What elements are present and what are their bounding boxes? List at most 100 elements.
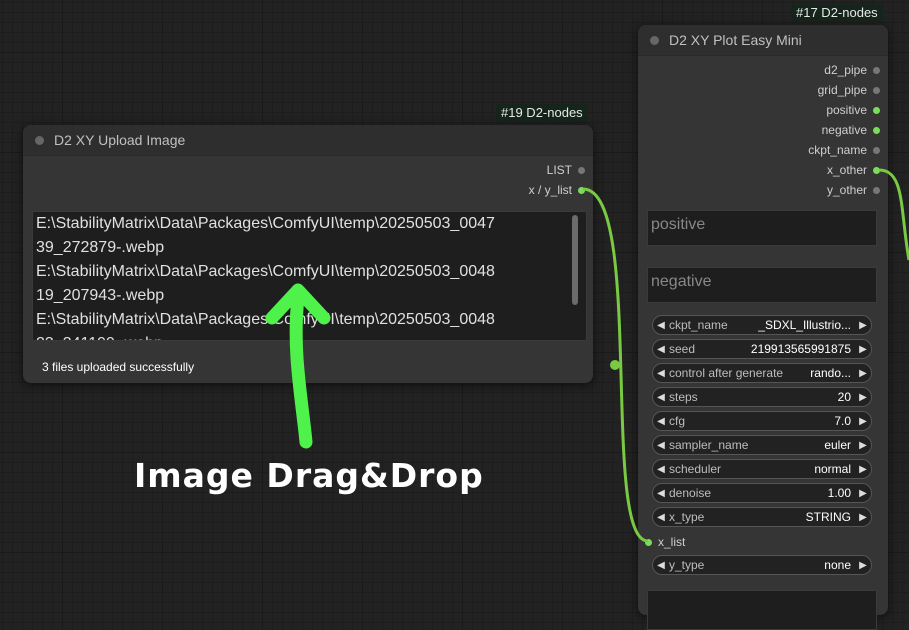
increment-arrow-icon[interactable]: ▶ [855,368,871,379]
widget-value: 219913565991875 [750,342,851,356]
increment-arrow-icon[interactable]: ▶ [855,440,871,451]
output-label: positive [826,103,867,117]
widget-value: 1.00 [827,486,851,500]
increment-arrow-icon[interactable]: ▶ [855,320,871,331]
widget-denoise[interactable]: ◀ denoise 1.00 ▶ [652,483,872,503]
collapse-dot-icon[interactable] [650,35,659,45]
node-badge-upload: #19 D2-nodes [496,104,588,122]
decrement-arrow-icon[interactable]: ◀ [653,512,669,523]
widget-sampler-name[interactable]: ◀ sampler_name euler ▶ [652,435,872,455]
widget-y-type[interactable]: ◀ y_type none ▶ [652,555,872,575]
output-list[interactable]: LIST [547,163,585,177]
widget-label: y_type [669,558,705,572]
decrement-arrow-icon[interactable]: ◀ [653,320,669,331]
increment-arrow-icon[interactable]: ▶ [855,560,871,571]
output-slot-icon[interactable] [578,186,585,194]
widget-value: euler [824,438,851,452]
input-label: x_list [658,535,686,549]
increment-arrow-icon[interactable]: ▶ [855,416,871,427]
widget-value: normal [814,462,851,476]
file-path-line: 23_341199-.webp [36,332,586,340]
widget-label: denoise [669,486,712,500]
widget-label: scheduler [669,462,722,476]
output-slot-icon[interactable] [873,186,880,194]
xy-plot-node[interactable]: D2 XY Plot Easy Mini d2_pipe grid_pipe p… [638,25,888,630]
widget-x-type[interactable]: ◀ x_type STRING ▶ [652,507,872,527]
link-midpoint-icon [610,360,620,370]
output-label: negative [821,123,867,137]
file-path-line: E:\StabilityMatrix\Data\Packages\ComfyUI… [36,215,495,232]
decrement-arrow-icon[interactable]: ◀ [653,344,669,355]
decrement-arrow-icon[interactable]: ◀ [653,368,669,379]
output-grid-pipe[interactable]: grid_pipe [818,83,880,97]
widget-label: control after generate [669,366,784,380]
output-label: y_other [826,183,867,197]
widget-value: rando... [810,366,851,380]
upload-image-node[interactable]: D2 XY Upload Image LIST x / y_list E:\St… [23,125,593,383]
decrement-arrow-icon[interactable]: ◀ [653,488,669,499]
widget-label: cfg [669,414,686,428]
output-label: d2_pipe [824,63,867,77]
output-label: x_other [826,163,867,177]
decrement-arrow-icon[interactable]: ◀ [653,416,669,427]
y-list-input[interactable] [647,590,877,630]
output-slot-icon[interactable] [578,166,585,174]
increment-arrow-icon[interactable]: ▶ [855,488,871,499]
widget-value: none [824,558,851,572]
negative-prompt-input[interactable]: negative [647,267,877,303]
collapse-dot-icon[interactable] [35,135,44,145]
increment-arrow-icon[interactable]: ▶ [855,392,871,403]
output-label: ckpt_name [808,143,867,157]
output-slot-icon[interactable] [873,66,880,74]
output-label: LIST [546,163,572,177]
file-list-textarea[interactable]: E:\StabilityMatrix\Data\Packages\ComfyUI… [32,211,587,341]
widget-steps[interactable]: ◀ steps 20 ▶ [652,387,872,407]
node-title: D2 XY Upload Image [54,132,186,148]
widget-value: 20 [837,390,851,404]
output-label: grid_pipe [817,83,867,97]
input-slot-icon[interactable] [645,538,652,546]
output-slot-icon[interactable] [873,166,880,174]
output-slot-icon[interactable] [873,146,880,154]
widget-label: seed [669,342,696,356]
node-header[interactable]: D2 XY Plot Easy Mini [638,25,888,56]
node-badge-plot: #17 D2-nodes [791,4,883,22]
increment-arrow-icon[interactable]: ▶ [855,512,871,523]
output-d2-pipe[interactable]: d2_pipe [824,63,880,77]
widget-label: ckpt_name [669,318,728,332]
output-y-other[interactable]: y_other [827,183,880,197]
output-ckpt-name[interactable]: ckpt_name [808,143,880,157]
output-xy-list[interactable]: x / y_list [529,183,585,197]
input-x-list[interactable]: x_list [645,535,685,549]
widget-ckpt-name[interactable]: ◀ ckpt_name _SDXL_Illustrio... ▶ [652,315,872,335]
decrement-arrow-icon[interactable]: ◀ [653,560,669,571]
decrement-arrow-icon[interactable]: ◀ [653,440,669,451]
widget-control-after-generate[interactable]: ◀ control after generate rando... ▶ [652,363,872,383]
output-slot-icon[interactable] [873,126,880,134]
increment-arrow-icon[interactable]: ▶ [855,464,871,475]
positive-prompt-input[interactable]: positive [647,210,877,246]
decrement-arrow-icon[interactable]: ◀ [653,392,669,403]
widget-scheduler[interactable]: ◀ scheduler normal ▶ [652,459,872,479]
upload-status: 3 files uploaded successfully [42,360,195,374]
file-path-line: 39_272879-.webp [36,239,165,256]
output-positive[interactable]: positive [826,103,880,117]
widget-value: 7.0 [834,414,851,428]
widget-label: x_type [669,510,705,524]
widget-label: sampler_name [669,438,749,452]
widget-seed[interactable]: ◀ seed 219913565991875 ▶ [652,339,872,359]
file-path-line: E:\StabilityMatrix\Data\Packages\ComfyUI… [36,263,495,280]
increment-arrow-icon[interactable]: ▶ [855,344,871,355]
decrement-arrow-icon[interactable]: ◀ [653,464,669,475]
output-slot-icon[interactable] [873,106,880,114]
widget-value: STRING [805,510,851,524]
output-negative[interactable]: negative [822,123,880,137]
output-slot-icon[interactable] [873,86,880,94]
output-label: x / y_list [528,183,572,197]
widget-cfg[interactable]: ◀ cfg 7.0 ▶ [652,411,872,431]
node-title: D2 XY Plot Easy Mini [669,32,802,48]
output-x-other[interactable]: x_other [827,163,880,177]
file-path-line: 19_207943-.webp [36,287,165,304]
textarea-scrollbar[interactable] [572,215,578,305]
node-header[interactable]: D2 XY Upload Image [23,125,593,156]
